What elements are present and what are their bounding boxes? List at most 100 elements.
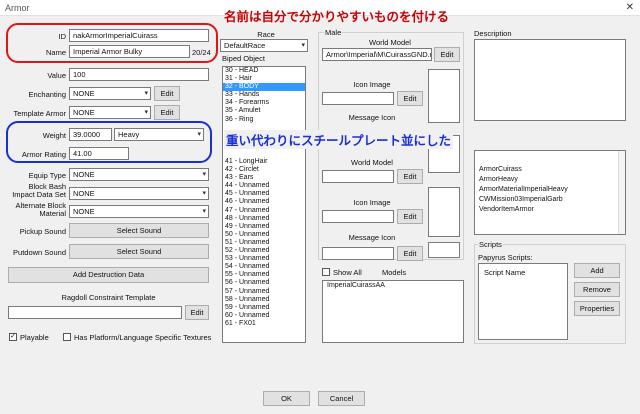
equip-type-label: Equip Type <box>28 171 66 180</box>
race-label: Race <box>257 30 275 39</box>
biped-list-item[interactable]: 61 - FX01 <box>223 320 305 328</box>
value-label: Value <box>47 71 66 80</box>
close-icon[interactable]: ✕ <box>626 2 634 13</box>
biped-list-item[interactable]: 56 - Unnamed <box>223 279 305 287</box>
show-all-checkbox[interactable] <box>322 268 330 276</box>
description-field[interactable] <box>474 39 626 121</box>
biped-list-item[interactable]: 57 - Unnamed <box>223 288 305 296</box>
putdown-sound-button[interactable]: Select Sound <box>69 244 209 259</box>
biped-list-item[interactable]: 55 - Unnamed <box>223 271 305 279</box>
biped-list-item[interactable]: 59 - Unnamed <box>223 304 305 312</box>
highlight-ring-name <box>6 23 218 63</box>
female-world-model-field[interactable] <box>322 170 394 183</box>
keyword-list-item[interactable]: CWMission03ImperialGarb <box>475 195 617 205</box>
enchanting-value: NONE <box>73 89 95 98</box>
biped-list-item[interactable]: 53 - Unnamed <box>223 255 305 263</box>
biped-list-item[interactable]: 50 - Unnamed <box>223 231 305 239</box>
description-label: Description <box>474 29 512 38</box>
female-icon-preview <box>428 187 460 237</box>
keyword-list-item[interactable]: ArmorHeavy <box>475 175 617 185</box>
pickup-sound-button[interactable]: Select Sound <box>69 223 209 238</box>
biped-list-item[interactable]: 33 - Hands <box>223 91 305 99</box>
biped-list-item[interactable]: 54 - Unnamed <box>223 263 305 271</box>
biped-list-item[interactable]: 52 - Unnamed <box>223 247 305 255</box>
biped-list-item[interactable]: 49 - Unnamed <box>223 223 305 231</box>
biped-list-item[interactable]: 45 - Unnamed <box>223 190 305 198</box>
name-annotation: 名前は自分で分かりやすいものを付ける <box>224 9 450 24</box>
playable-checkbox[interactable]: ✓ <box>9 333 17 341</box>
equip-type-select[interactable]: NONE ▾ <box>69 168 209 181</box>
keyword-list-item[interactable]: ArmorMaterialImperialHeavy <box>475 185 617 195</box>
biped-list-item[interactable]: 36 - Ring <box>223 116 305 124</box>
male-message-icon-label: Message Icon <box>348 113 396 122</box>
block-bash-label: Block Bash Impact Data Set <box>12 182 66 199</box>
models-list[interactable]: ImperialCuirassAA <box>322 280 464 343</box>
male-world-model-field[interactable]: Armor\Imperial\M\CuirassGND.nif <box>322 48 432 61</box>
biped-list-item[interactable]: 30 - HEAD <box>223 67 305 75</box>
biped-list-item[interactable]: 46 - Unnamed <box>223 198 305 206</box>
enchanting-edit-button[interactable]: Edit <box>154 86 180 101</box>
biped-list-item[interactable]: 48 - Unnamed <box>223 215 305 223</box>
add-script-button[interactable]: Add <box>574 263 620 278</box>
alternate-block-value: NONE <box>73 207 95 216</box>
remove-script-button[interactable]: Remove <box>574 282 620 297</box>
keyword-list-item[interactable]: ArmorCuirass <box>475 165 617 175</box>
block-bash-value: NONE <box>73 189 95 198</box>
papyrus-scripts-label: Papyrus Scripts: <box>478 253 533 262</box>
biped-list-item[interactable]: 32 - BODY <box>223 83 305 92</box>
putdown-sound-label: Putdown Sound <box>13 248 66 257</box>
biped-list-item[interactable]: 34 - Forearms <box>223 99 305 107</box>
template-armor-edit-button[interactable]: Edit <box>154 105 180 120</box>
chevron-down-icon: ▾ <box>202 208 206 215</box>
biped-list-item[interactable]: 58 - Unnamed <box>223 296 305 304</box>
female-message-preview <box>428 242 460 258</box>
block-bash-select[interactable]: NONE ▾ <box>69 187 209 200</box>
alternate-block-select[interactable]: NONE ▾ <box>69 205 209 218</box>
race-value: DefaultRace <box>224 41 266 50</box>
female-message-icon-field[interactable] <box>322 247 394 260</box>
female-message-icon-label: Message Icon <box>348 233 396 242</box>
model-list-item[interactable]: ImperialCuirassAA <box>323 281 463 291</box>
add-destruction-data-button[interactable]: Add Destruction Data <box>8 267 209 283</box>
biped-list-item[interactable]: 42 - Circlet <box>223 166 305 174</box>
male-world-model-edit-button[interactable]: Edit <box>434 47 460 62</box>
weight-annotation: 重い代わりにスチールプレート並にした <box>224 130 454 149</box>
ragdoll-field[interactable] <box>8 306 182 319</box>
biped-list-item[interactable]: 47 - Unnamed <box>223 207 305 215</box>
male-icon-image-field[interactable] <box>322 92 394 105</box>
biped-list-item[interactable]: 35 - Amulet <box>223 107 305 115</box>
keywords-list[interactable]: ArmorCuirass ArmorHeavy ArmorMaterialImper… <box>474 150 626 235</box>
platform-textures-label: Has Platform/Language Specific Textures <box>74 333 212 342</box>
papyrus-scripts-list[interactable]: Script Name <box>478 263 568 340</box>
biped-list-item[interactable]: 44 - Unnamed <box>223 182 305 190</box>
female-world-model-edit-button[interactable]: Edit <box>397 169 423 184</box>
female-icon-image-edit-button[interactable]: Edit <box>397 209 423 224</box>
template-armor-select[interactable]: NONE ▾ <box>69 106 151 119</box>
female-icon-image-field[interactable] <box>322 210 394 223</box>
script-properties-button[interactable]: Properties <box>574 301 620 316</box>
value-field[interactable]: 100 <box>69 68 209 81</box>
ragdoll-edit-button[interactable]: Edit <box>185 305 209 320</box>
biped-list-item[interactable]: 60 - Unnamed <box>223 312 305 320</box>
female-icon-image-label: Icon Image <box>353 198 391 207</box>
female-message-icon-edit-button[interactable]: Edit <box>397 246 423 261</box>
ok-button[interactable]: OK <box>263 391 310 406</box>
race-select[interactable]: DefaultRace ▾ <box>220 39 308 52</box>
chevron-down-icon: ▾ <box>144 90 148 97</box>
pickup-sound-label: Pickup Sound <box>19 227 66 236</box>
keywords-scrollbar[interactable] <box>618 151 625 234</box>
cancel-button[interactable]: Cancel <box>318 391 365 406</box>
male-icon-image-edit-button[interactable]: Edit <box>397 91 423 106</box>
biped-list-item[interactable]: 41 - LongHair <box>223 158 305 166</box>
scripts-label: Scripts <box>478 240 503 249</box>
biped-object-list[interactable]: 30 - HEAD 31 - Hair 32 - BODY 33 - Hands 34 … <box>222 66 306 343</box>
enchanting-select[interactable]: NONE ▾ <box>69 87 151 100</box>
show-all-label: Show All <box>333 268 362 277</box>
biped-list-item[interactable]: 51 - Unnamed <box>223 239 305 247</box>
biped-list-item[interactable]: 31 - Hair <box>223 75 305 83</box>
male-icon-preview <box>428 69 460 123</box>
platform-textures-checkbox[interactable] <box>63 333 71 341</box>
male-world-model-label: World Model <box>369 38 411 47</box>
keyword-list-item[interactable]: VendorItemArmor <box>475 205 617 215</box>
biped-list-item[interactable]: 43 - Ears <box>223 174 305 182</box>
